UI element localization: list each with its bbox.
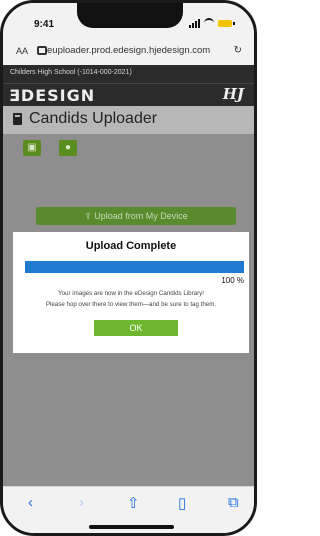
completion-message-line-2: Please hop over there to view them—and b…: [45, 301, 217, 308]
phone-frame: 9:41 AA euploader.prod.edesign.hjedesign…: [0, 0, 257, 536]
school-name: Childers High School (-1014-000-2021): [10, 69, 132, 76]
battery-icon: [218, 19, 235, 27]
site-school-bar: Childers High School (-1014-000-2021): [3, 65, 254, 83]
site-brand-bar: ƎDESIGN HJ: [3, 83, 254, 107]
notch: [77, 3, 183, 28]
library-button[interactable]: ▣: [23, 140, 41, 156]
back-icon[interactable]: ‹: [28, 494, 33, 511]
user-icon: ●: [64, 142, 72, 153]
completion-message: Your images are now in the eDesign Candi…: [13, 288, 249, 310]
reader-options-button[interactable]: AA: [16, 46, 28, 56]
home-indicator: [89, 525, 174, 529]
forward-icon[interactable]: ›: [79, 494, 84, 511]
edesign-logo: ƎDESIGN: [9, 86, 96, 105]
progress-percentage: 100 %: [221, 276, 244, 285]
wifi-icon: [204, 18, 214, 28]
upload-from-device-button[interactable]: ⇪ Upload from My Device: [36, 207, 236, 225]
upload-complete-modal: Upload Complete 100 % Your images are no…: [13, 232, 249, 353]
document-icon: [13, 113, 22, 125]
user-button[interactable]: ●: [59, 140, 77, 156]
page-overlay: Candids Uploader ▣ ● ⇪ Upload from My De…: [3, 106, 254, 486]
url-text[interactable]: euploader.prod.edesign.hjedesign.com: [47, 45, 210, 56]
hj-logo-icon: HJ: [222, 85, 244, 103]
upload-progress-bar: [25, 261, 244, 273]
lock-icon: [37, 46, 47, 55]
document-icon: ▣: [27, 142, 37, 153]
share-icon[interactable]: ⇧: [127, 494, 140, 512]
page-titlebar: Candids Uploader: [3, 106, 254, 134]
upload-icon: ⇪: [84, 211, 95, 221]
status-time: 9:41: [34, 19, 55, 30]
page-title: Candids Uploader: [29, 110, 158, 127]
status-icons: [189, 18, 235, 28]
tabs-icon[interactable]: ⧉: [228, 494, 239, 511]
upload-progress-fill: [25, 261, 244, 273]
modal-title: Upload Complete: [85, 240, 177, 252]
reload-icon[interactable]: ↻: [234, 45, 242, 56]
safari-toolbar: ‹ › ⇧ ▯ ⧉: [3, 486, 254, 533]
browser-address-bar[interactable]: AA euploader.prod.edesign.hjedesign.com …: [3, 37, 254, 65]
ok-button[interactable]: OK: [94, 320, 178, 336]
upload-button-label: Upload from My Device: [94, 211, 188, 221]
bookmarks-icon[interactable]: ▯: [178, 494, 186, 512]
completion-message-line-1: Your images are now in the eDesign Candi…: [58, 290, 204, 297]
cellular-signal-icon: [189, 18, 200, 28]
